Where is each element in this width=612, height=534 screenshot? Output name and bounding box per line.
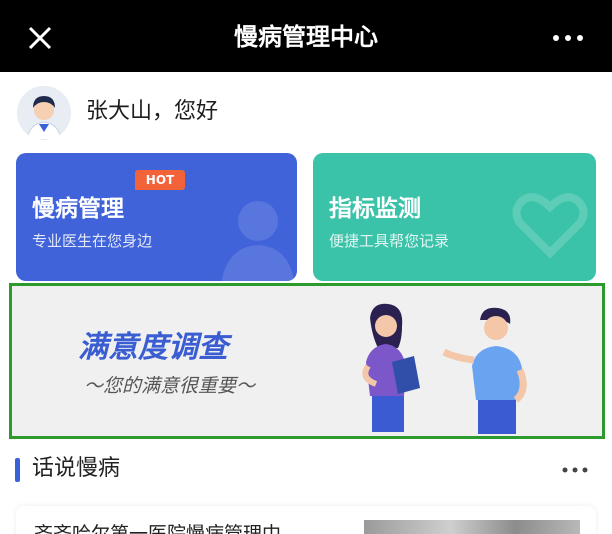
card-subtitle: 便捷工具帮您记录 — [329, 232, 450, 250]
indicator-monitoring-card[interactable]: 指标监测 便捷工具帮您记录 — [313, 153, 596, 281]
banner-subtitle: ～您的满意很重要～ — [84, 375, 256, 397]
article-list-item[interactable]: 齐齐哈尔第一医院慢病管理中 — [16, 506, 596, 534]
section-accent-bar — [15, 458, 20, 482]
section-header: 话说慢病 — [0, 448, 612, 494]
article-title: 齐齐哈尔第一医院慢病管理中 — [34, 523, 282, 534]
greeting-row: 张大山，您好 — [0, 72, 612, 148]
doctor-silhouette-icon — [221, 201, 295, 281]
avatar[interactable] — [17, 86, 71, 140]
doctor-avatar-icon — [17, 86, 71, 140]
article-thumbnail-image — [364, 520, 580, 534]
card-title: 慢病管理 — [32, 196, 124, 222]
more-dots-icon[interactable] — [548, 24, 588, 52]
more-dots-icon[interactable] — [560, 460, 590, 480]
banner-title: 满意度调查 — [78, 330, 228, 365]
satisfaction-survey-banner[interactable]: 满意度调查 ～您的满意很重要～ — [9, 283, 605, 439]
title-bar: 慢病管理中心 — [0, 0, 612, 72]
card-title: 指标监测 — [329, 196, 421, 222]
two-people-talking-illustration — [362, 303, 527, 434]
window-title: 慢病管理中心 — [234, 23, 378, 51]
card-subtitle: 专业医生在您身边 — [32, 232, 153, 250]
section-title: 话说慢病 — [32, 456, 121, 481]
heart-icon — [512, 193, 588, 259]
hot-badge: HOT — [135, 170, 185, 190]
greeting-text: 张大山，您好 — [86, 99, 219, 124]
